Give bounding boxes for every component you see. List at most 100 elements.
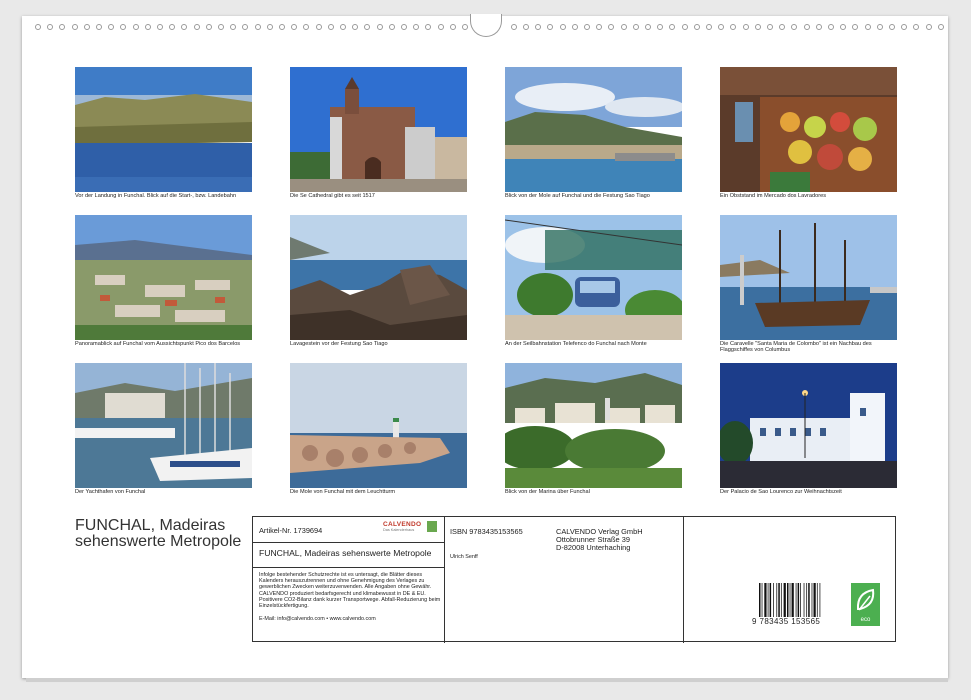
photo-lavagestein [290, 215, 467, 340]
photo-marina-funchal [505, 363, 682, 488]
binding-ring [925, 24, 932, 30]
info-box: Artikel-Nr. 1739694 CALVENDO Das Kalende… [252, 516, 896, 643]
binding-ring [96, 24, 102, 30]
barcode-bar [764, 583, 767, 617]
calendar-title: FUNCHAL, Madeiras sehenswerte Metropole [75, 517, 242, 550]
binding-ring [437, 24, 444, 30]
contact-line: E-Mail: info@calvendo.com • www.calvendo… [259, 616, 376, 622]
author: Ulrich Senff [450, 554, 478, 560]
eco-label: eco [860, 617, 871, 623]
binding-ring [681, 24, 688, 30]
binding-ring [376, 24, 383, 30]
caption-2: Die Se Cathedral gibt es seit 1517 [290, 193, 375, 199]
binding-ring [864, 24, 871, 30]
binding-ring [876, 24, 883, 30]
barcode-bar [813, 583, 816, 617]
divider-3 [683, 517, 684, 643]
photo-obststand-mercado [720, 67, 897, 192]
binding-ring [144, 24, 151, 30]
barcode-bar [789, 583, 791, 617]
product-title: FUNCHAL, Madeiras sehenswerte Metropole [259, 548, 432, 558]
photo-yachthafen [75, 363, 252, 488]
binding-ring [35, 24, 41, 30]
leaf-icon [856, 588, 875, 611]
caption-1: Vor der Landung in Funchal. Blick auf di… [75, 193, 237, 199]
eco-badge: eco [851, 583, 880, 626]
binding-ring [559, 24, 566, 30]
barcode-bar [808, 583, 810, 617]
binding-ring [889, 24, 895, 30]
isbn: ISBN 9783435153565 [450, 527, 523, 536]
photo-palacio-sao-lourenco [720, 363, 897, 488]
barcode-bar [806, 583, 808, 617]
barcode-bar [759, 583, 761, 617]
barcode-bar [780, 583, 782, 617]
binding-ring [340, 24, 346, 30]
legal-text: Infolge bestehender Schutzrechte ist es … [259, 572, 441, 610]
calvendo-logo: CALVENDO Das Kalenderhaus [383, 521, 438, 532]
barcode-digits: 9 783435 153565 [752, 617, 821, 626]
binding-ring [218, 24, 224, 30]
caption-11: Blick von der Marina über Funchal [505, 489, 590, 495]
barcode-bar [787, 583, 789, 617]
barcode-bar [791, 583, 794, 617]
caption-9: Der Yachthafen von Funchal [75, 489, 146, 495]
binding-ring [327, 24, 334, 30]
binding-ring [693, 24, 700, 30]
binding-ring [157, 24, 163, 30]
binding-ring [83, 24, 90, 30]
binding-ring [266, 24, 273, 30]
article-number: Artikel-Nr. 1739694 [259, 526, 323, 535]
publisher-city: D-82008 Unterhaching [556, 543, 631, 552]
photo-se-cathedral [290, 67, 467, 192]
barcode-bar [797, 583, 800, 617]
caption-12: Der Palacio de Sao Lourenco zur Weihnach… [720, 489, 842, 495]
photo-seilbahnstation [505, 215, 682, 340]
binding-ring [937, 24, 944, 30]
binding-ring [315, 24, 322, 30]
photo-mole-sao-tiago [505, 67, 682, 192]
binding-ring [254, 24, 261, 30]
caption-4: Ein Obststand im Mercado dos Lavradores [720, 193, 827, 199]
binding-ring [279, 24, 285, 30]
photo-panorama-pico-barcelos [75, 215, 252, 340]
binding-ring [510, 24, 517, 30]
divider-2 [253, 567, 445, 568]
sheet-shadow [26, 678, 948, 682]
binding-ring [449, 24, 456, 30]
binding-ring [462, 24, 468, 30]
divider-1 [253, 542, 445, 543]
barcode-bar [783, 583, 786, 617]
binding-ring [523, 24, 529, 30]
barcode-bar [819, 583, 821, 617]
logo-mark-icon [427, 521, 437, 532]
binding-ring [401, 24, 407, 30]
binding-ring [584, 24, 590, 30]
caption-8: Die Caravelle "Santa Maria de Colombo" i… [720, 341, 872, 354]
photo-caravelle [720, 215, 897, 340]
binding-ring [754, 24, 761, 30]
binding-ring [193, 24, 200, 30]
caption-5: Panoramablick auf Funchal vom Aussichtsp… [75, 341, 241, 347]
binding-ring [205, 24, 212, 30]
caption-3: Blick von der Mole auf Funchal und die F… [505, 193, 650, 199]
barcode-bar [803, 583, 805, 617]
barcode-bar [761, 583, 763, 617]
barcode-bar [767, 583, 769, 617]
barcode-bar [800, 583, 801, 617]
binding-ring [71, 24, 78, 30]
binding-ring [742, 24, 749, 30]
barcode-bar [816, 583, 818, 617]
binding-ring [620, 24, 627, 30]
binding-ring [828, 24, 834, 30]
binding-ring [803, 24, 810, 30]
caption-10: Die Mole von Funchal mit dem Leuchtturm [290, 489, 396, 495]
binding-ring [388, 24, 395, 30]
barcode-bar [773, 583, 774, 617]
caption-7: An der Seilbahnstation Telefenco do Func… [505, 341, 647, 347]
caption-6: Lavagestein vor der Festung Sao Tiago [290, 341, 388, 347]
barcode-bar [776, 583, 778, 617]
binding-ring [132, 24, 139, 30]
binding-ring [815, 24, 822, 30]
barcode-bar [811, 583, 813, 617]
